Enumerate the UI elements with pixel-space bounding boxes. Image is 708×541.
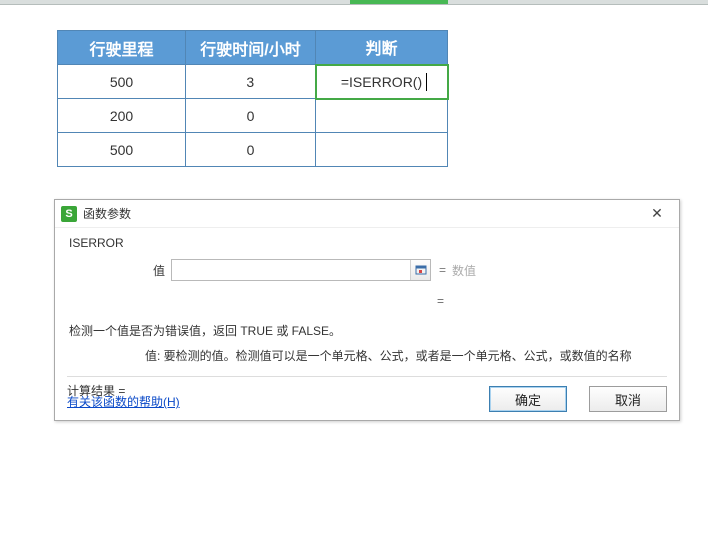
cell-mileage[interactable]: 200 <box>58 99 186 133</box>
cell-hours[interactable]: 3 <box>186 65 316 99</box>
cell-hours[interactable]: 0 <box>186 99 316 133</box>
dialog-title: 函数参数 <box>83 205 641 222</box>
help-link[interactable]: 有关该函数的帮助(H) <box>67 393 180 410</box>
cell-mileage[interactable]: 500 <box>58 65 186 99</box>
function-name-label: ISERROR <box>69 236 667 250</box>
table-row: 500 3 =ISERROR() <box>58 65 448 99</box>
data-table: 行驶里程 行驶时间/小时 判断 500 3 =ISERROR() 200 0 <box>57 30 449 167</box>
function-arguments-dialog: S 函数参数 ✕ ISERROR 值 <box>54 199 680 421</box>
close-icon: ✕ <box>651 205 663 222</box>
header-hours[interactable]: 行驶时间/小时 <box>186 31 316 65</box>
table-row: 200 0 <box>58 99 448 133</box>
spreadsheet-area[interactable]: 行驶里程 行驶时间/小时 判断 500 3 =ISERROR() 200 0 <box>0 5 708 541</box>
header-judgment[interactable]: 判断 <box>316 31 448 65</box>
range-selector-icon <box>415 264 427 276</box>
cell-judgment-editing[interactable]: =ISERROR() <box>316 65 448 99</box>
function-description: 检测一个值是否为错误值，返回 TRUE 或 FALSE。 <box>69 322 667 339</box>
argument-input-wrap <box>171 259 431 281</box>
cell-judgment[interactable] <box>316 99 448 133</box>
cell-judgment[interactable] <box>316 133 448 167</box>
cell-hours[interactable]: 0 <box>186 133 316 167</box>
cancel-button[interactable]: 取消 <box>589 386 667 412</box>
argument-row: 值 = 数值 <box>123 258 667 282</box>
text-caret <box>426 73 427 91</box>
table-header-row: 行驶里程 行驶时间/小时 判断 <box>58 31 448 65</box>
argument-description: 值: 要检测的值。检测值可以是一个单元格、公式，或者是一个单元格、公式，或数值的… <box>145 347 667 364</box>
argument-equals: = <box>439 263 446 277</box>
dialog-titlebar[interactable]: S 函数参数 ✕ <box>55 200 679 228</box>
app-icon: S <box>61 206 77 222</box>
header-mileage[interactable]: 行驶里程 <box>58 31 186 65</box>
argument-label: 值 <box>123 262 165 279</box>
table-row: 500 0 <box>58 133 448 167</box>
cell-formula-text: =ISERROR() <box>341 74 422 90</box>
divider <box>67 376 667 377</box>
argument-input[interactable] <box>171 259 431 281</box>
button-row: 确定 取消 <box>489 386 667 412</box>
app-icon-letter: S <box>65 208 72 220</box>
range-selector-button[interactable] <box>410 260 430 280</box>
dialog-body: ISERROR 值 = 数值 <box>55 228 679 420</box>
ok-button[interactable]: 确定 <box>489 386 567 412</box>
cell-mileage[interactable]: 500 <box>58 133 186 167</box>
close-button[interactable]: ✕ <box>641 203 673 225</box>
formula-equals-row: = <box>437 294 667 308</box>
argument-hint: 数值 <box>452 262 476 279</box>
